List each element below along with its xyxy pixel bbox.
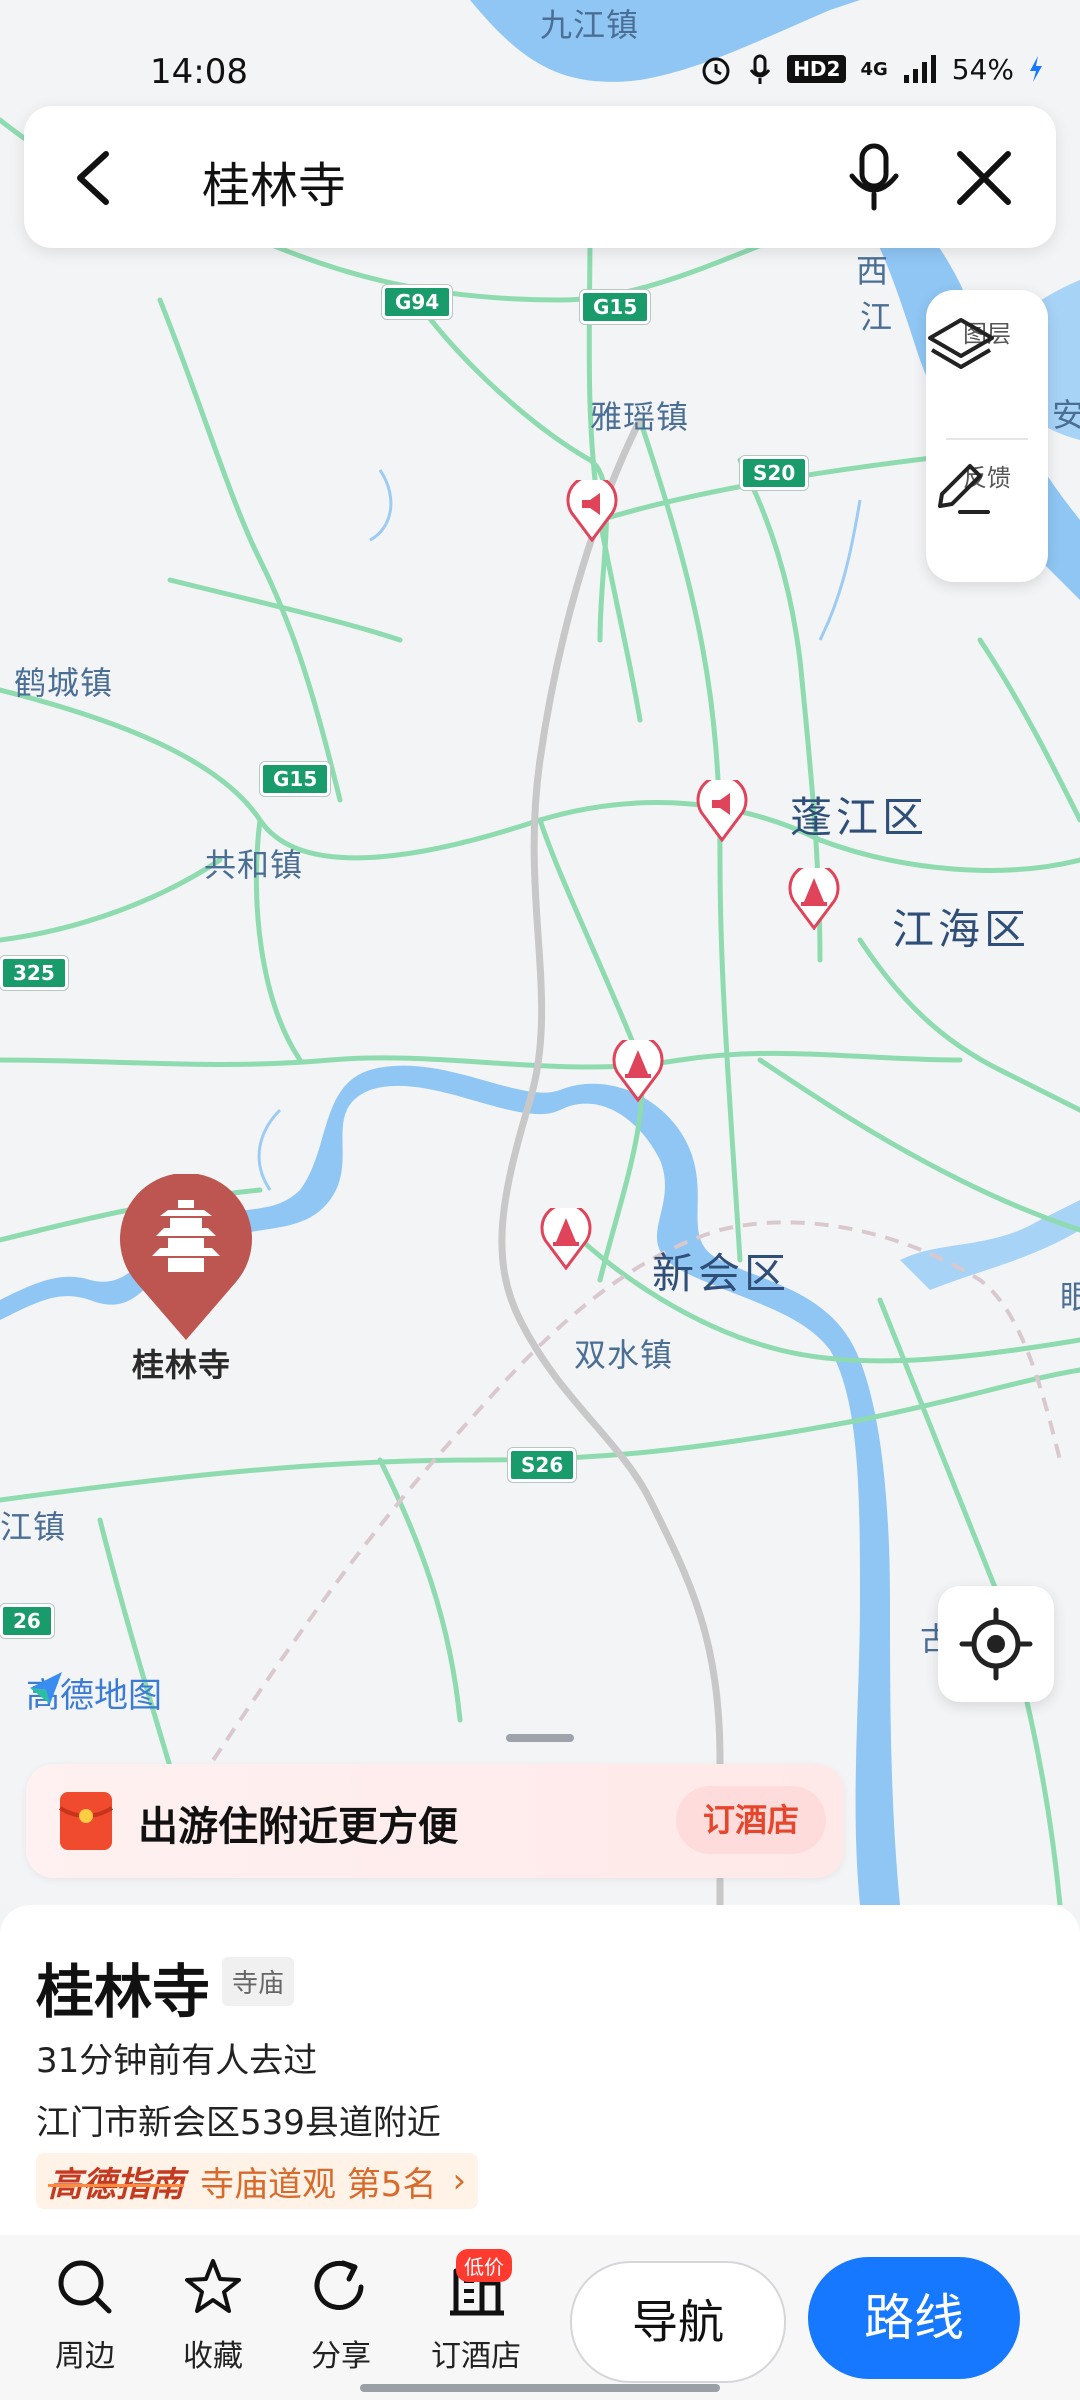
- red-envelope-icon: [58, 1792, 114, 1850]
- favorite-tab[interactable]: 收藏: [158, 2257, 268, 2375]
- place-title: 桂林寺: [36, 1958, 211, 2026]
- road-shield: S26: [508, 1448, 577, 1482]
- search-bar: 桂林寺: [24, 106, 1056, 248]
- book-hotel-tab[interactable]: 低价 订酒店: [414, 2249, 538, 2375]
- edit-feedback-icon: [938, 464, 990, 514]
- place-label: 江: [860, 298, 894, 336]
- nearby-tab[interactable]: 周边: [30, 2257, 140, 2375]
- map-tools-panel: 图层 反馈: [926, 290, 1048, 582]
- road-shield: G15: [580, 290, 651, 324]
- place-category-tag: 寺庙: [222, 1957, 295, 2006]
- promo-text: 出游住附近更方便: [138, 1804, 458, 1850]
- signal-icon: [903, 55, 936, 83]
- status-time: 14:08: [150, 52, 248, 92]
- road-work-icon[interactable]: [612, 1040, 664, 1102]
- road-shield: G94: [382, 285, 453, 319]
- search-icon: [58, 2260, 112, 2314]
- district-label: 新会区: [652, 1249, 791, 1298]
- road-shield: 325: [0, 956, 68, 990]
- status-icons: HD2 4G 54%: [699, 52, 1044, 86]
- navigate-button[interactable]: 导航: [570, 2261, 786, 2383]
- amap-logo-icon: [30, 1672, 62, 1704]
- back-arrow-icon[interactable]: [68, 148, 118, 208]
- feedback-button[interactable]: 反馈: [926, 458, 1048, 514]
- favorite-label: 收藏: [183, 2339, 243, 2374]
- status-bar: 14:08 HD2 4G 54%: [0, 0, 1080, 110]
- road-shield: S20: [740, 456, 809, 490]
- crosshair-icon: [959, 1607, 1033, 1681]
- network-type: 4G: [860, 58, 888, 80]
- traffic-camera-icon[interactable]: [566, 480, 618, 542]
- place-detail-sheet[interactable]: 桂林寺 寺庙 31分钟前有人去过 江门市新会区539县道附近 高德指南 寺庙道观…: [0, 1905, 1080, 2235]
- hd-icon: HD2: [787, 55, 847, 83]
- place-label: 双水镇: [574, 1336, 674, 1374]
- road-work-icon[interactable]: [540, 1208, 592, 1270]
- book-hotel-button[interactable]: 订酒店: [676, 1786, 826, 1854]
- marker-label: 桂林寺: [132, 1346, 232, 1384]
- divider: [946, 438, 1028, 440]
- home-indicator[interactable]: [360, 2384, 720, 2392]
- share-label: 分享: [311, 2339, 371, 2374]
- visited-info: 31分钟前有人去过: [36, 2041, 318, 2081]
- place-label: 鹤城镇: [14, 664, 114, 702]
- battery-level: 54%: [951, 52, 1014, 86]
- map-view[interactable]: 九江镇 雅瑶镇 鹤城镇 共和镇 双水镇 江镇 西 江 安 古 眼 蓬江区 江海区…: [0, 0, 1080, 1905]
- guide-logo: 高德指南: [48, 2164, 184, 2205]
- route-button[interactable]: 路线: [808, 2257, 1020, 2379]
- star-icon: [185, 2259, 241, 2313]
- share-tab[interactable]: 分享: [286, 2257, 396, 2375]
- layers-button[interactable]: 图层: [926, 314, 1048, 369]
- place-label: 共和镇: [204, 846, 304, 884]
- road-shield: G15: [260, 762, 331, 796]
- book-hotel-label: 订酒店: [431, 2339, 521, 2374]
- mic-status-icon: [749, 54, 771, 84]
- place-label: 江镇: [0, 1508, 67, 1546]
- chevron-right-icon: ›: [452, 2161, 467, 2201]
- amap-logo: 高德地图: [26, 1668, 162, 1717]
- microphone-icon[interactable]: [844, 142, 904, 212]
- close-icon[interactable]: [954, 148, 1014, 208]
- guide-ranking-badge[interactable]: 高德指南 寺庙道观 第5名 ›: [36, 2153, 479, 2209]
- place-label: 雅瑶镇: [590, 398, 690, 436]
- share-icon: [314, 2260, 364, 2310]
- road-shield: 26: [0, 1604, 54, 1638]
- charging-icon: [1030, 56, 1042, 82]
- place-address: 江门市新会区539县道附近: [36, 2103, 441, 2143]
- district-label: 蓬江区: [790, 793, 929, 842]
- alarm-icon: [702, 57, 730, 85]
- place-label: 眼: [1060, 1278, 1080, 1316]
- guide-rank: 寺庙道观 第5名: [200, 2164, 437, 2205]
- locate-button[interactable]: [938, 1586, 1054, 1702]
- sheet-drag-handle[interactable]: [506, 1734, 574, 1742]
- low-price-badge: 低价: [456, 2249, 512, 2282]
- layers-icon: [928, 318, 994, 369]
- temple-marker-icon[interactable]: [116, 1174, 256, 1344]
- bottom-action-bar: 周边 收藏 分享 低价 订酒店 导航 路线: [0, 2235, 1080, 2400]
- road-work-icon[interactable]: [788, 868, 840, 930]
- place-label: 安: [1052, 396, 1080, 434]
- traffic-camera-icon[interactable]: [696, 780, 748, 842]
- district-label: 江海区: [892, 905, 1031, 954]
- place-label: 西: [856, 252, 890, 290]
- search-input[interactable]: 桂林寺: [202, 146, 346, 216]
- nearby-label: 周边: [55, 2339, 115, 2374]
- hotel-promo-banner[interactable]: 出游住附近更方便 订酒店: [26, 1764, 844, 1878]
